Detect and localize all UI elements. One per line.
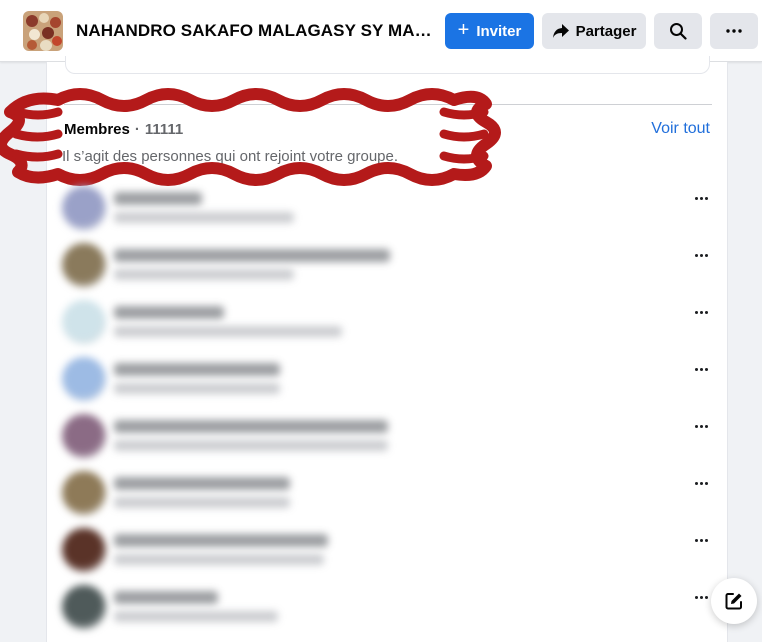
member-avatar[interactable] [62,471,106,515]
member-subtitle-blurred [114,611,278,622]
member-avatar[interactable] [62,243,106,287]
group-avatar[interactable] [23,11,63,51]
member-subtitle-blurred [114,554,324,565]
share-button[interactable]: Partager [542,13,646,49]
member-more-icon[interactable] [686,304,716,320]
member-row[interactable] [62,585,712,633]
member-name-blurred[interactable] [114,591,218,604]
member-avatar[interactable] [62,186,106,230]
member-avatar[interactable] [62,528,106,572]
members-card: Membres · 11111 Il s’agit des personnes qu… [0,56,728,642]
more-horizontal-icon [726,29,742,33]
member-more-icon[interactable] [686,361,716,377]
annotation-scribble [0,88,501,186]
member-name-blurred[interactable] [114,249,390,262]
invite-button[interactable]: + Inviter [445,13,534,49]
member-more-icon[interactable] [686,190,716,206]
member-name-blurred[interactable] [114,534,328,547]
member-more-icon[interactable] [686,532,716,548]
member-row[interactable] [62,186,712,234]
member-row[interactable] [62,300,712,348]
member-subtitle-blurred [114,383,280,394]
member-name-blurred[interactable] [114,306,224,319]
member-row[interactable] [62,243,712,291]
member-more-icon[interactable] [686,475,716,491]
search-button[interactable] [654,13,702,49]
plus-icon: + [457,19,470,41]
member-more-icon[interactable] [686,247,716,263]
member-row[interactable] [62,528,712,576]
member-subtitle-blurred [114,326,342,337]
member-row[interactable] [62,357,712,405]
group-title[interactable]: NAHANDRO SAKAFO MALAGASY SY MANE... [76,21,434,41]
member-name-blurred[interactable] [114,363,280,376]
member-avatar[interactable] [62,300,106,344]
member-avatar[interactable] [62,357,106,401]
group-header: NAHANDRO SAKAFO MALAGASY SY MANE... + In… [0,0,762,62]
search-icon [670,23,687,40]
share-label: Partager [575,22,637,40]
see-all-link[interactable]: Voir tout [651,120,710,138]
member-row[interactable] [62,414,712,462]
invite-label: Inviter [476,22,522,40]
member-subtitle-blurred [114,440,388,451]
member-row[interactable] [62,471,712,519]
member-name-blurred[interactable] [114,420,388,433]
member-subtitle-blurred [114,212,294,223]
member-more-icon[interactable] [686,418,716,434]
member-avatar[interactable] [62,585,106,629]
member-subtitle-blurred [114,497,290,508]
member-name-blurred[interactable] [114,477,290,490]
compose-button[interactable] [711,578,757,624]
member-name-blurred[interactable] [114,192,202,205]
compose-icon [725,593,742,610]
member-avatar[interactable] [62,414,106,458]
more-options-button[interactable] [710,13,758,49]
member-subtitle-blurred [114,269,294,280]
share-arrow-icon [552,24,569,38]
previous-section-box [65,56,710,74]
